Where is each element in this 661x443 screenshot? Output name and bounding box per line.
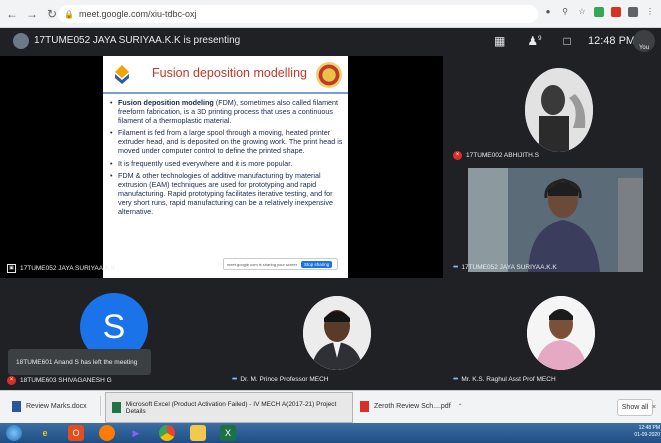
jaya-video-tile-label: ••• 17TUME052 JAYA SURIYAA.K.K	[453, 264, 557, 271]
star-icon[interactable]: ☆	[577, 7, 587, 17]
ie-icon[interactable]: e	[37, 425, 53, 441]
avatar-raghul	[527, 296, 595, 370]
download-item-pdf[interactable]: Zeroth Review Sch....pdf ⌃	[360, 398, 463, 415]
system-clock[interactable]: 12:48 PM 01-09-2020	[632, 425, 660, 439]
college-logo-icon	[115, 65, 129, 84]
system-time: 12:48 PM	[638, 425, 660, 431]
download-item-docx[interactable]: Review Marks.docx	[12, 398, 87, 415]
office-icon[interactable]: O	[68, 425, 84, 441]
extension-green-icon[interactable]	[594, 7, 604, 17]
screen: ← → ↻ 🔒 meet.google.com/xiu-tdbc-oxj ● ⚲…	[0, 0, 661, 443]
bullet-text: Filament is fed from a large spool throu…	[118, 128, 343, 156]
word-file-icon	[12, 401, 21, 412]
stop-sharing-button[interactable]: Stop sharing	[301, 260, 333, 268]
slide-title: Fusion deposition modelling	[152, 66, 307, 80]
bullet-text: FDM & other technologies of additive man…	[118, 170, 333, 217]
lock-icon: 🔒	[64, 9, 74, 19]
prince-name: Dr. M. Prince Professor MECH	[240, 376, 329, 383]
bullet-text: It is frequently used everywhere and it …	[118, 158, 293, 168]
jaya-video-name: 17TUME052 JAYA SURIYAA.K.K	[461, 264, 557, 271]
prince-photo	[303, 296, 371, 370]
excel-taskbar-tooltip[interactable]: Microsoft Excel (Product Activation Fail…	[105, 392, 353, 423]
windows-start-icon[interactable]	[6, 425, 22, 441]
media-player-icon[interactable]: ▶	[128, 425, 144, 441]
abhijith-photo	[525, 68, 593, 152]
slide-bullet: FDM & other technologies of additive man…	[110, 171, 346, 216]
self-avatar[interactable]: You	[633, 30, 655, 52]
raghul-tile-label: ••• Mr. K.S. Raghul Asst Prof MECH	[453, 376, 556, 383]
explorer-icon[interactable]	[190, 425, 206, 441]
layout-grid-icon[interactable]: ▦	[494, 34, 505, 48]
extension-gray-icon[interactable]	[628, 7, 638, 17]
slide-bullet: It is frequently used everywhere and it …	[110, 159, 346, 168]
zoom-icon[interactable]: ⚲	[560, 7, 570, 17]
speaking-indicator-icon: •••	[453, 376, 458, 383]
presenting-status: 17TUME052 JAYA SURIYAA.K.K is presenting	[34, 35, 241, 46]
chevron-up-icon[interactable]: ⌃	[458, 403, 463, 410]
prince-tile-label: ••• Dr. M. Prince Professor MECH	[232, 376, 329, 383]
download-filename: Review Marks.docx	[26, 403, 87, 410]
slide-bullet: Filament is fed from a large spool throu…	[110, 128, 346, 155]
participant-left-toast: 18TUME601 Anand S has left the meeting	[8, 349, 151, 375]
avatar-abhijith	[525, 68, 593, 152]
firefox-icon[interactable]	[99, 425, 115, 441]
extension-red-icon[interactable]	[611, 7, 621, 17]
video-feed-jaya	[468, 168, 643, 272]
chrome-icon[interactable]	[159, 425, 175, 441]
browser-extension-icons: ● ⚲ ☆ ⋮	[543, 7, 655, 17]
slide-header: Fusion deposition modelling	[103, 56, 348, 94]
pin-icon[interactable]: ▣	[7, 264, 16, 273]
close-icon[interactable]: ×	[652, 404, 656, 411]
pdf-file-icon	[360, 401, 369, 412]
emblem-logo-icon	[316, 62, 342, 88]
address-bar[interactable]: 🔒 meet.google.com/xiu-tdbc-oxj	[58, 5, 538, 23]
download-filename: Zeroth Review Sch....pdf	[374, 403, 451, 410]
raghul-name: Mr. K.S. Raghul Asst Prof MECH	[461, 376, 556, 383]
chat-icon[interactable]: □	[563, 34, 570, 48]
presenter-tile-label: ▣ 17TUME052 JAYA SURIYAA.K.K	[7, 264, 115, 273]
speaking-indicator-icon: •••	[232, 376, 237, 383]
presenter-avatar	[13, 33, 29, 49]
shivaganesh-tile-label: × 18TUME603 SHIVAGANESH G	[7, 376, 112, 385]
meeting-clock: 12:48 PM	[588, 35, 636, 47]
screen-share-banner: meet.google.com is sharing your screen. …	[223, 258, 338, 270]
slide-body: Fusion deposition modeling (FDM), someti…	[110, 98, 346, 219]
forward-icon[interactable]: →	[24, 6, 40, 22]
menu-icon[interactable]: ⋮	[645, 7, 655, 17]
excel-tooltip-text: Microsoft Excel (Product Activation Fail…	[125, 400, 337, 415]
camera-icon[interactable]: ●	[543, 7, 553, 17]
raghul-photo	[527, 296, 595, 370]
url-text: meet.google.com/xiu-tdbc-oxj	[78, 9, 197, 19]
presentation-slide: Fusion deposition modelling Fusion depos…	[103, 56, 348, 278]
speaking-indicator-icon: •••	[453, 264, 458, 271]
abhijith-name: 17TUME002 ABHIJITH.S	[466, 152, 539, 159]
you-label: You	[638, 45, 650, 51]
slide-divider	[103, 92, 348, 94]
excel-file-icon	[112, 402, 121, 413]
sharing-message: meet.google.com is sharing your screen.	[227, 261, 297, 267]
bullet-bold-text: Fusion deposition modeling	[118, 98, 214, 107]
mic-off-icon: ×	[7, 376, 16, 385]
jaya-video-frame	[468, 168, 643, 272]
mic-off-icon: ×	[453, 151, 462, 160]
shivaganesh-name: 18TUME603 SHIVAGANESH G	[20, 377, 112, 384]
excel-icon[interactable]: X	[220, 425, 236, 441]
slide-bullet-list: Fusion deposition modeling (FDM), someti…	[110, 98, 346, 216]
back-icon[interactable]: ←	[4, 6, 20, 22]
participant-count: 9	[538, 36, 542, 42]
avatar-prince	[303, 296, 371, 370]
abhijith-tile-label: × 17TUME002 ABHIJITH.S	[453, 151, 539, 160]
shelf-divider	[100, 396, 101, 416]
system-date: 01-09-2020	[634, 432, 660, 438]
people-icon[interactable]: ♟9	[527, 34, 541, 48]
show-all-button[interactable]: Show all	[617, 399, 653, 416]
presenter-name: 17TUME052 JAYA SURIYAA.K.K	[20, 265, 116, 272]
meet-top-icons: ▦ ♟9 □	[494, 34, 571, 48]
slide-bullet: Fusion deposition modeling (FDM), someti…	[110, 98, 346, 125]
